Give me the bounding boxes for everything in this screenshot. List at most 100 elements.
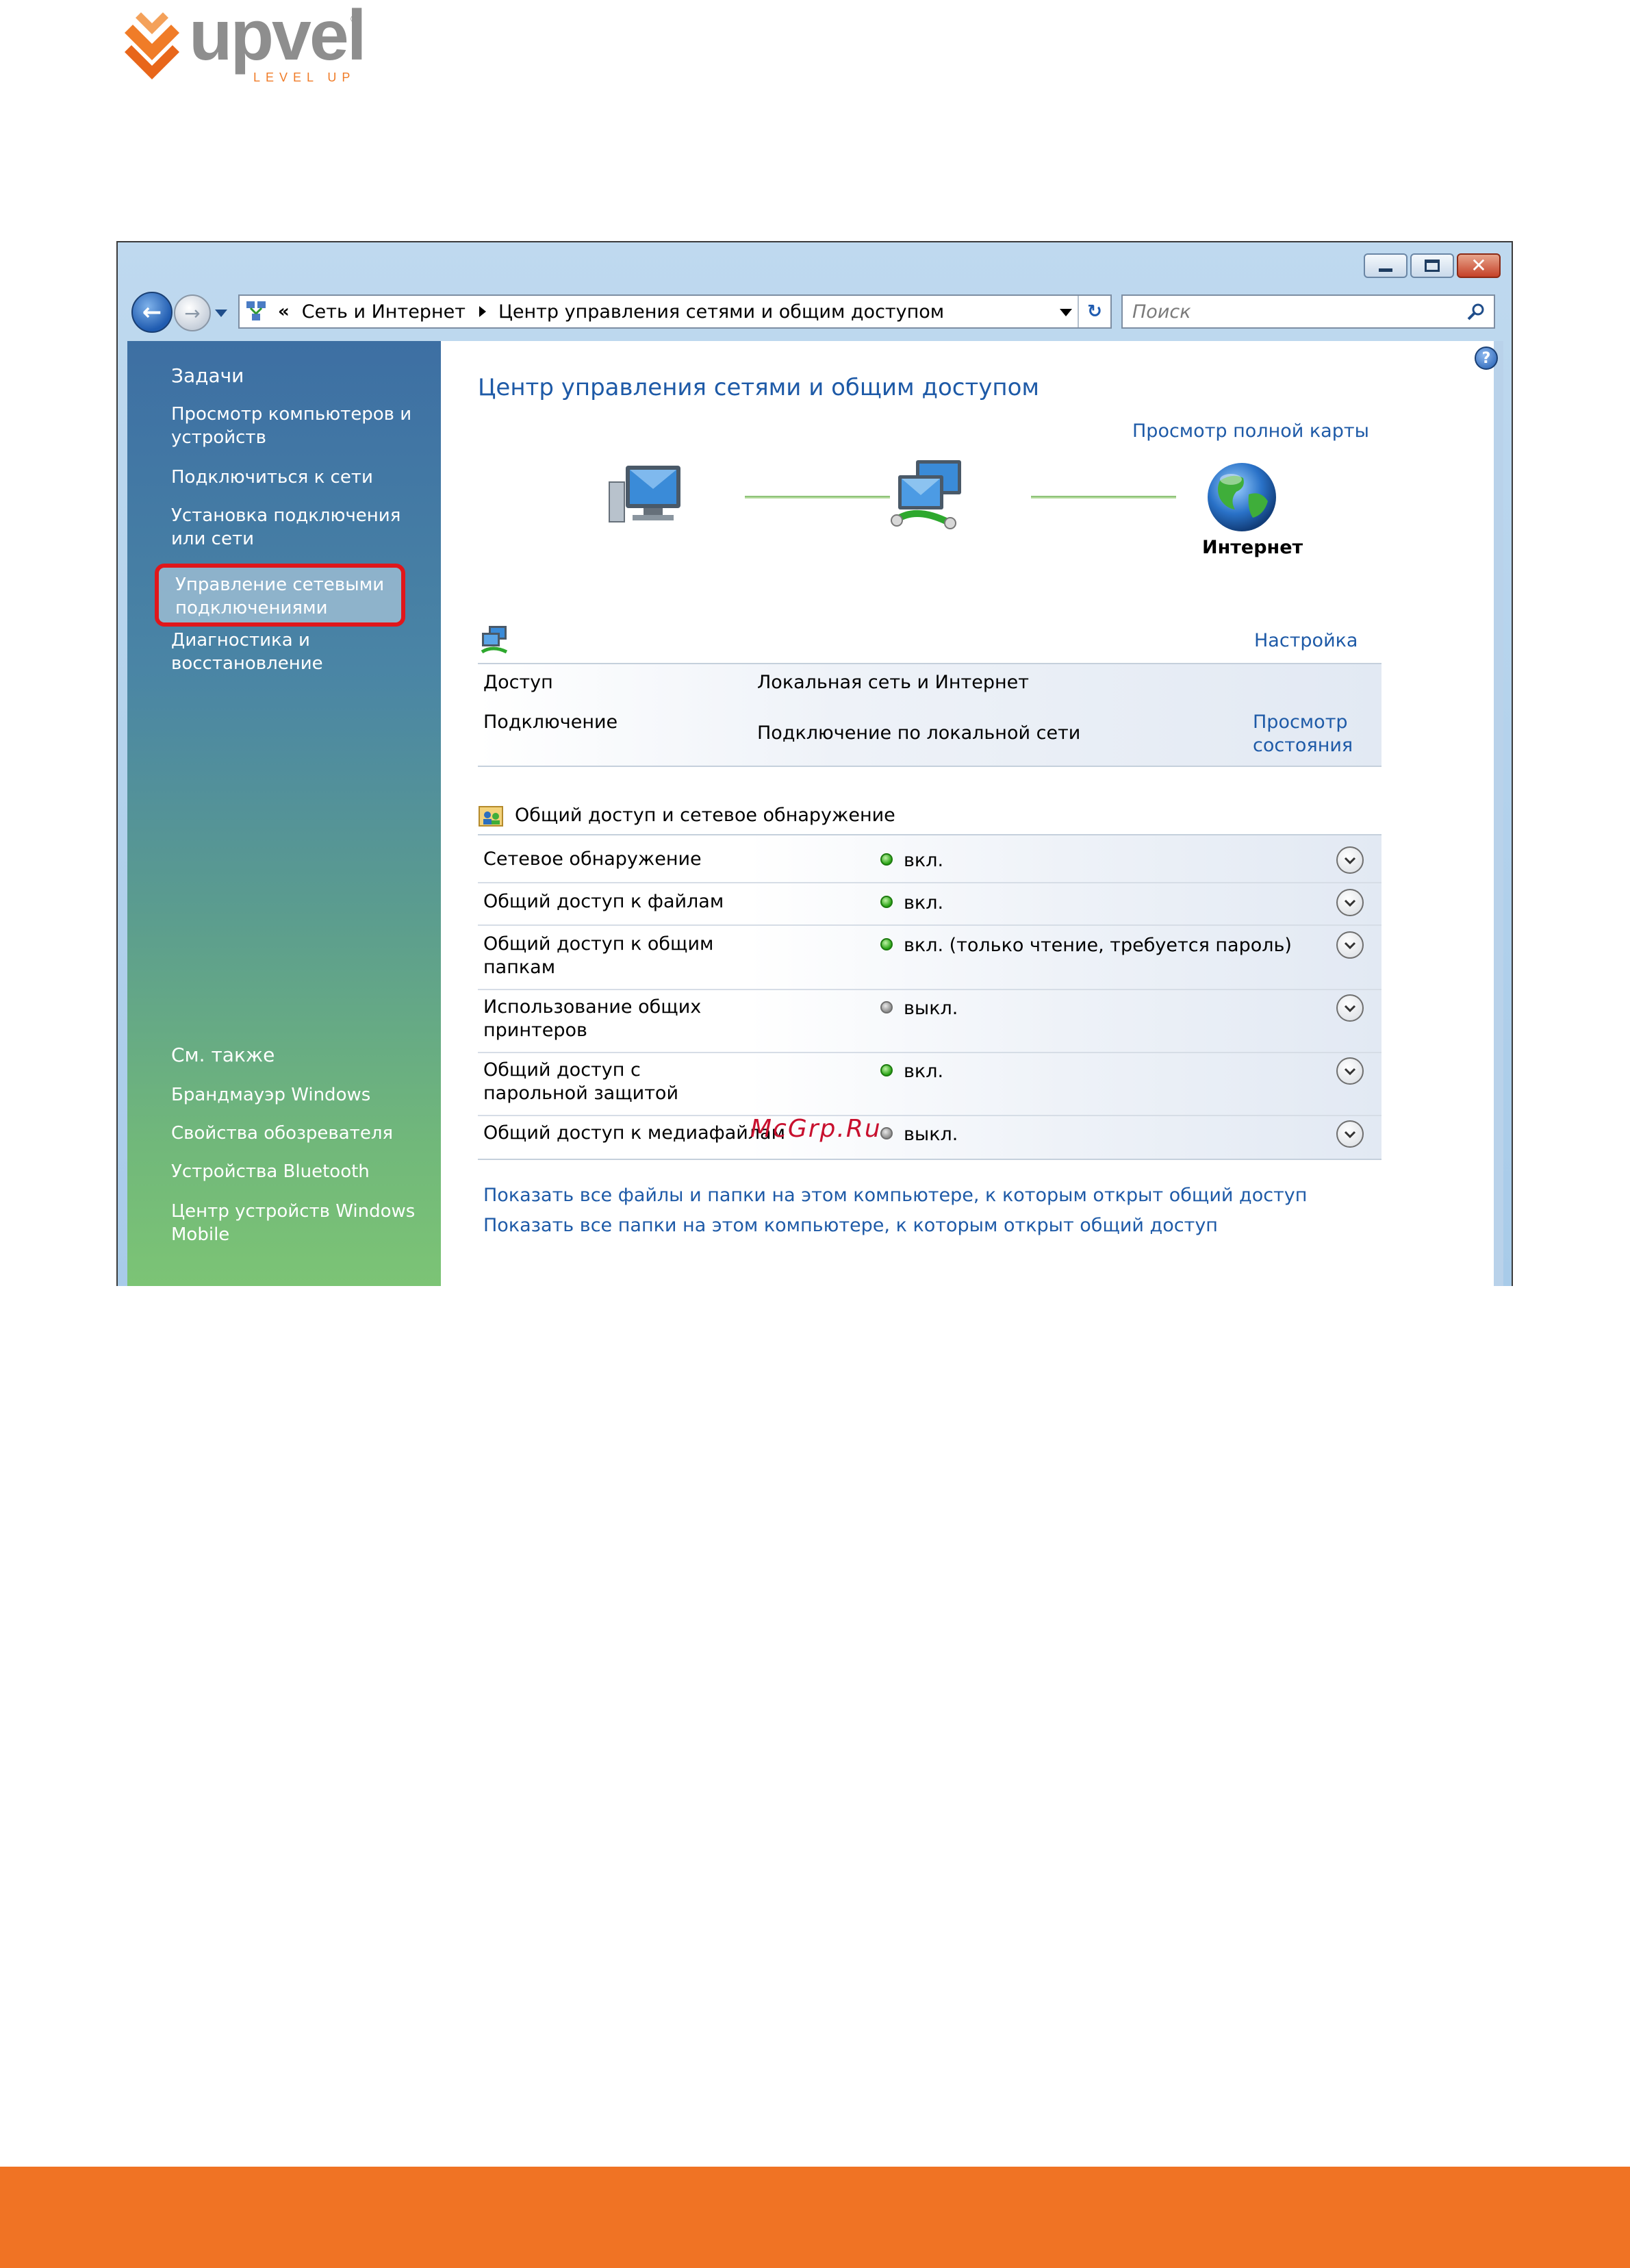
logo-wordmark: upvel	[189, 0, 367, 75]
see-also-heading: См. также	[171, 1044, 275, 1066]
chevron-down-icon	[1344, 1068, 1356, 1076]
status-off-icon	[880, 1127, 893, 1139]
tasks-heading: Задачи	[171, 364, 244, 387]
show-shared-files-link[interactable]: Показать все файлы и папки на этом компь…	[483, 1185, 1307, 1206]
network-folder-icon	[246, 301, 266, 320]
sidebar-item-internet-options[interactable]: Свойства обозревателя	[171, 1122, 431, 1145]
sharing-row-value: выкл.	[904, 998, 958, 1019]
sharing-row-divider	[478, 924, 1381, 926]
minimize-button[interactable]	[1364, 253, 1408, 278]
main-content: ? Центр управления сетями и общим доступ…	[441, 341, 1503, 1286]
sharing-row-label: Использование общих принтеров	[483, 996, 702, 1041]
status-on-icon	[880, 853, 893, 866]
sharing-bottom-divider	[478, 1159, 1381, 1160]
chevron-down-icon	[1344, 857, 1356, 865]
sidebar-item-diagnose-repair[interactable]: Диагностика и восстановление	[171, 629, 431, 675]
sidebar-item-windows-mobile[interactable]: Центр устройств Windows Mobile	[171, 1200, 431, 1246]
sharing-row-label: Общий доступ к медиафайлам	[483, 1122, 785, 1144]
status-off-icon	[880, 1001, 893, 1013]
sidebar-item-view-computers[interactable]: Просмотр компьютеров и устройств	[171, 403, 431, 449]
expand-password-sharing-button[interactable]	[1336, 1057, 1364, 1085]
sharing-row-divider	[478, 1115, 1381, 1116]
sharing-row-value: вкл.	[904, 892, 944, 914]
sidebar-item-manage-connections[interactable]: Управление сетевыми подключениями	[175, 573, 394, 620]
network-small-icon	[481, 626, 508, 654]
network-details-top-divider	[478, 663, 1381, 664]
expand-network-discovery-button[interactable]	[1336, 846, 1364, 874]
logo-tagline: LEVEL UP	[253, 71, 356, 84]
back-button[interactable]: ←	[131, 292, 173, 333]
expand-file-sharing-button[interactable]	[1336, 889, 1364, 916]
sidebar-item-firewall[interactable]: Брандмауэр Windows	[171, 1083, 431, 1107]
access-label: Доступ	[483, 672, 553, 693]
breadcrumb-network-internet[interactable]: Сеть и Интернет	[302, 301, 466, 323]
logo-registered-mark: ®	[351, 14, 359, 25]
forward-button[interactable]: →	[174, 294, 211, 331]
status-on-icon	[880, 896, 893, 908]
sidebar-item-setup-connection[interactable]: Установка подключения или сети	[171, 504, 431, 551]
refresh-button[interactable]: ↻	[1078, 296, 1110, 327]
sharing-row-value: выкл.	[904, 1124, 958, 1145]
customize-link[interactable]: Настройка	[1254, 630, 1358, 651]
sharing-heading: Общий доступ и сетевое обнаружение	[515, 805, 895, 826]
sharing-row-label: Общий доступ с парольной защитой	[483, 1059, 679, 1104]
minimize-icon	[1379, 268, 1392, 272]
chevron-down-icon	[1344, 1131, 1356, 1139]
sharing-row-label: Общий доступ к общим папкам	[483, 933, 714, 978]
sidebar-item-bluetooth[interactable]: Устройства Bluetooth	[171, 1160, 431, 1183]
maximize-button[interactable]	[1410, 253, 1454, 278]
breadcrumb-network-center[interactable]: Центр управления сетями и общим доступом	[498, 301, 944, 323]
expand-media-sharing-button[interactable]	[1336, 1120, 1364, 1148]
expand-printer-sharing-button[interactable]	[1336, 994, 1364, 1022]
sharing-row-label: Сетевое обнаружение	[483, 848, 702, 870]
address-bar[interactable]: « Сеть и Интернет Центр управления сетям…	[238, 294, 1112, 329]
network-details-bottom-divider	[478, 766, 1381, 767]
sharing-row-divider	[478, 1052, 1381, 1053]
chevron-down-icon	[1344, 1005, 1356, 1013]
page-title: Центр управления сетями и общим доступом	[478, 374, 1040, 401]
internet-globe-icon[interactable]	[1205, 460, 1279, 534]
sharing-row-divider	[478, 882, 1381, 883]
chevron-down-icon	[1344, 942, 1356, 950]
search-input[interactable]: Поиск	[1121, 294, 1495, 329]
search-icon[interactable]	[1466, 302, 1486, 321]
sharing-row-value: вкл.	[904, 1061, 944, 1082]
chevron-down-icon	[1344, 899, 1356, 907]
connection-label: Подключение	[483, 711, 618, 733]
highlight-manage-connections[interactable]: Управление сетевыми подключениями	[155, 564, 405, 627]
close-icon: ✕	[1470, 254, 1487, 277]
this-computer-icon[interactable]	[605, 462, 687, 530]
back-arrow-icon: ←	[142, 299, 162, 326]
sharing-row-value: вкл. (только чтение, требуется пароль)	[904, 935, 1292, 956]
map-link-line-2	[1031, 496, 1176, 499]
window-controls: ✕	[1361, 253, 1501, 278]
expand-public-folder-sharing-button[interactable]	[1336, 931, 1364, 959]
watermark: McGrp.Ru	[750, 1115, 882, 1143]
help-button[interactable]: ?	[1475, 346, 1498, 370]
view-full-map-link[interactable]: Просмотр полной карты	[1132, 420, 1369, 442]
sidebar-item-connect-network[interactable]: Подключиться к сети	[171, 466, 431, 489]
status-on-icon	[880, 1064, 893, 1076]
scrollbar-track[interactable]	[1494, 341, 1503, 1286]
help-icon: ?	[1481, 349, 1491, 367]
show-shared-folders-link[interactable]: Показать все папки на этом компьютере, к…	[483, 1215, 1218, 1236]
address-overflow-chevron[interactable]: «	[278, 301, 290, 322]
refresh-icon: ↻	[1087, 301, 1102, 322]
internet-label: Интернет	[1202, 537, 1303, 558]
forward-arrow-icon: →	[184, 301, 201, 325]
connection-value: Подключение по локальной сети	[757, 722, 1081, 744]
close-button[interactable]: ✕	[1457, 253, 1501, 278]
address-history-dropdown[interactable]	[1060, 309, 1072, 316]
task-sidebar: Задачи Просмотр компьютеров и устройств …	[127, 341, 441, 1286]
sharing-row-label: Общий доступ к файлам	[483, 891, 724, 912]
breadcrumb-separator-icon[interactable]	[479, 306, 486, 317]
upvel-logo-mark-icon	[125, 12, 179, 79]
view-status-link[interactable]: Просмотр состояния	[1253, 711, 1362, 757]
sharing-row-value: вкл.	[904, 850, 944, 871]
maximize-icon	[1425, 260, 1440, 272]
search-placeholder: Поиск	[1132, 301, 1191, 323]
recent-pages-dropdown[interactable]	[215, 310, 227, 317]
footer-band	[0, 2167, 1630, 2268]
network-icon[interactable]	[889, 457, 971, 533]
upvel-logo: upvel ® LEVEL UP	[118, 0, 367, 85]
